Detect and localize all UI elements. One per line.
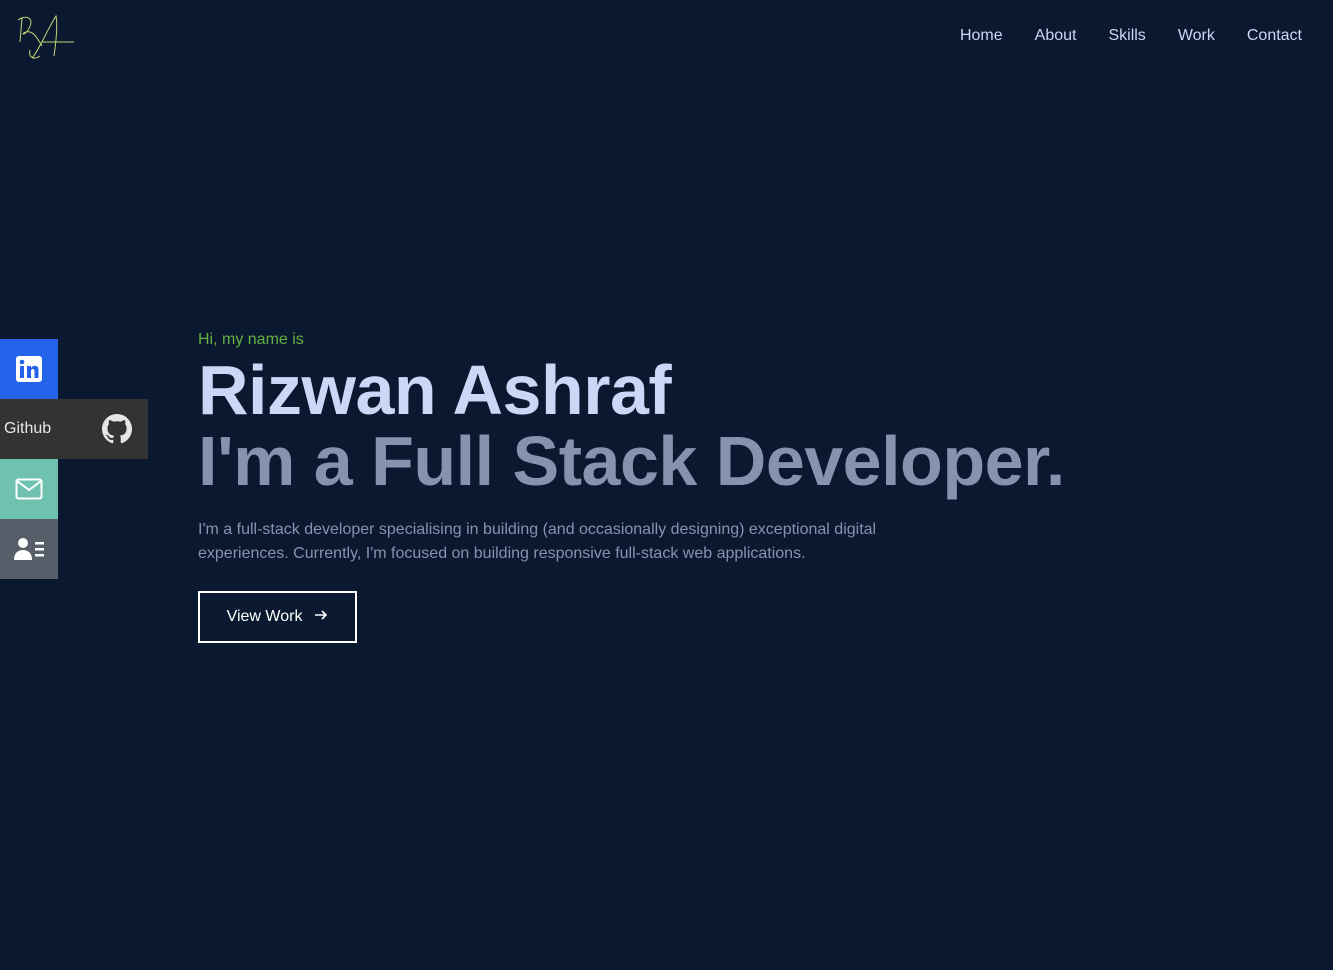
nav-home[interactable]: Home [960,24,1003,48]
mail-icon [0,459,58,519]
resume-link[interactable] [0,519,58,579]
hero-section: Hi, my name is Rizwan Ashraf I'm a Full … [198,328,1198,643]
hero-description: I'm a full-stack developer specialising … [198,521,877,562]
social-sidebar: Github [0,339,148,579]
linkedin-icon [0,339,58,399]
email-link[interactable] [0,459,58,519]
nav-contact[interactable]: Contact [1247,24,1302,48]
github-label: Github [4,420,52,437]
github-link[interactable]: Github [0,399,148,459]
nav-work[interactable]: Work [1178,24,1215,48]
main-nav: Home About Skills Work Contact [928,24,1302,48]
view-work-label: View Work [226,608,303,625]
nav-about[interactable]: About [1035,24,1077,48]
hero-tagline: I'm a Full Stack Developer. [198,422,1065,500]
arrow-right-icon [314,608,328,626]
github-icon [88,399,146,459]
nav-skills[interactable]: Skills [1108,24,1145,48]
hero-name: Rizwan Ashraf [198,351,672,429]
linkedin-link[interactable] [0,339,58,399]
page: Home About Skills Work Contact Github Hi… [0,0,1333,970]
signature-logo[interactable] [12,12,78,64]
intro-text: Hi, my name is [198,331,304,348]
resume-icon [0,519,58,579]
view-work-button[interactable]: View Work [198,591,357,643]
